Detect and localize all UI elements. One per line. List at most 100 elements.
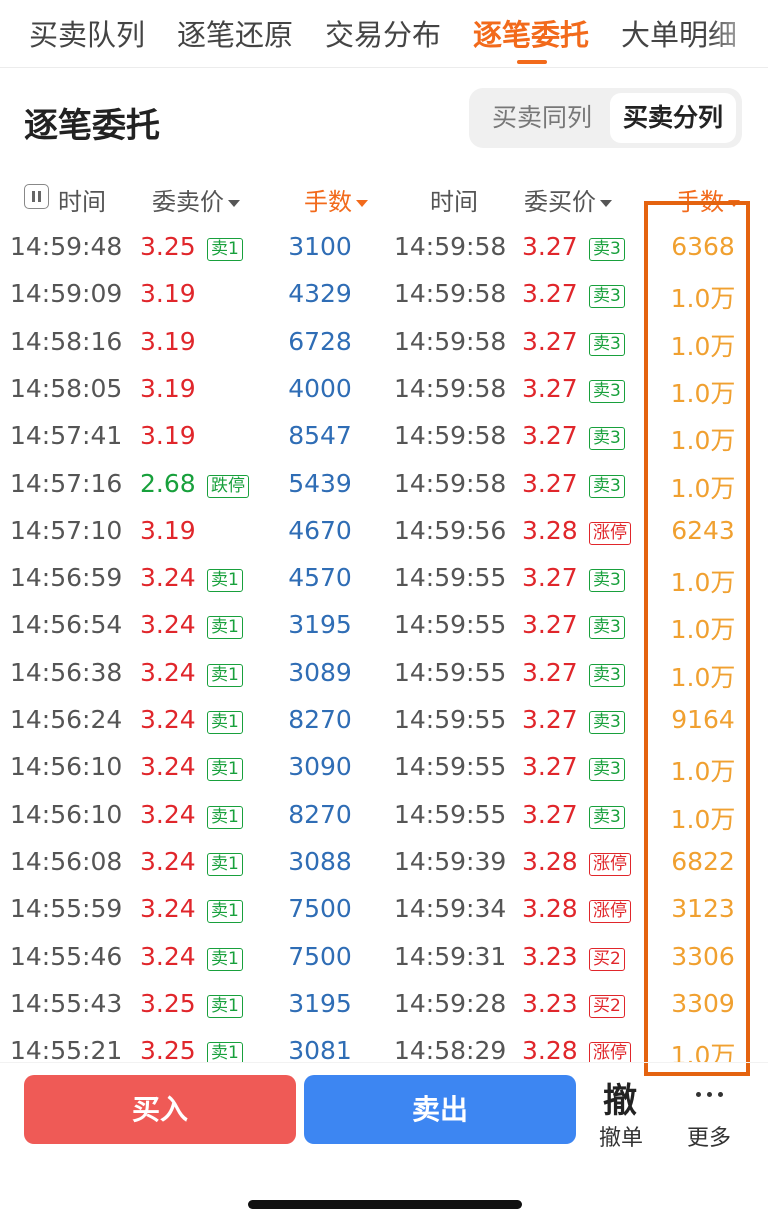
sell-time: 14:56:59 bbox=[10, 563, 123, 593]
buy-order-tag: 卖3 bbox=[589, 474, 625, 498]
buy-time: 14:59:31 bbox=[394, 941, 507, 971]
sell-button[interactable]: 卖出 bbox=[304, 1075, 576, 1144]
buy-price: 3.27 bbox=[522, 657, 578, 687]
sell-price: 3.24 bbox=[140, 752, 196, 782]
sell-volume: 8270 bbox=[288, 705, 352, 734]
bottom-divider bbox=[0, 1062, 768, 1063]
buy-order-tag: 卖3 bbox=[589, 332, 625, 356]
sell-price: 3.24 bbox=[140, 657, 196, 687]
buy-price: 3.23 bbox=[522, 988, 578, 1018]
buy-price: 3.28 bbox=[522, 1036, 578, 1062]
table-row: 14:58:05 3.19 4000 14:59:58 3.27 卖3 1.0万 bbox=[0, 368, 768, 415]
sell-volume: 3195 bbox=[288, 988, 352, 1018]
buy-time: 14:59:55 bbox=[394, 657, 507, 687]
buy-volume: 3306 bbox=[671, 941, 735, 971]
sell-order-tag: 卖1 bbox=[207, 711, 243, 734]
sell-price: 3.19 bbox=[140, 421, 196, 451]
buy-button[interactable]: 买入 bbox=[24, 1075, 296, 1144]
sell-volume: 4329 bbox=[288, 279, 352, 309]
sell-price: 3.25 bbox=[140, 232, 196, 261]
col-sell-volume[interactable]: 手数 bbox=[304, 182, 368, 217]
table-row: 14:55:43 3.25 卖1 3195 14:59:28 3.23 买2 3309 bbox=[0, 983, 768, 1030]
col-sell-price[interactable]: 委卖价 bbox=[152, 182, 240, 217]
cancel-order-icon[interactable]: 撤 bbox=[600, 1073, 640, 1122]
table-row: 14:56:10 3.24 卖1 8270 14:59:55 3.27 卖3 1.0万 bbox=[0, 794, 768, 841]
sell-order-tag: 卖1 bbox=[207, 805, 243, 829]
buy-price: 3.27 bbox=[522, 752, 578, 782]
cancel-order-label[interactable]: 撤单 bbox=[596, 1120, 646, 1152]
tab-buy-sell-queue[interactable]: 买卖队列 bbox=[29, 12, 145, 54]
buy-price: 3.28 bbox=[522, 894, 578, 924]
table-row: 14:57:41 3.19 8547 14:59:58 3.27 卖3 1.0万 bbox=[0, 415, 768, 462]
buy-time: 14:58:29 bbox=[394, 1036, 507, 1062]
sell-time: 14:55:46 bbox=[10, 941, 123, 971]
col-buy-volume[interactable]: 手数 bbox=[676, 182, 740, 217]
sell-time: 14:55:21 bbox=[10, 1036, 123, 1062]
buy-price: 3.27 bbox=[522, 232, 578, 261]
buy-order-tag: 卖3 bbox=[589, 663, 625, 687]
tab-tick-orders[interactable]: 逐笔委托 bbox=[473, 12, 589, 54]
more-label[interactable]: 更多 bbox=[684, 1120, 734, 1152]
sell-volume: 3081 bbox=[288, 1036, 352, 1062]
top-tab-bar: 买卖队列 逐笔还原 交易分布 逐笔委托 大单明细 bbox=[0, 0, 768, 68]
buy-order-tag: 买2 bbox=[589, 947, 625, 971]
buy-volume: 1.0万 bbox=[670, 331, 736, 361]
caret-down-icon bbox=[600, 199, 612, 207]
buy-time: 14:59:56 bbox=[394, 515, 507, 545]
view-mode-segmented-control: 买卖同列 买卖分列 bbox=[469, 88, 742, 148]
table-row: 14:56:10 3.24 卖1 3090 14:59:55 3.27 卖3 1.0万 bbox=[0, 746, 768, 793]
sell-time: 14:59:48 bbox=[10, 232, 123, 261]
sell-price: 2.68 bbox=[140, 468, 196, 498]
buy-order-tag: 卖3 bbox=[589, 805, 625, 829]
buy-time: 14:59:55 bbox=[394, 563, 507, 593]
more-icon[interactable] bbox=[690, 1078, 730, 1108]
sell-price: 3.24 bbox=[140, 610, 196, 640]
sell-time: 14:56:10 bbox=[10, 752, 123, 782]
sell-time: 14:56:10 bbox=[10, 799, 123, 829]
buy-time: 14:59:55 bbox=[394, 752, 507, 782]
buy-order-tag: 卖3 bbox=[589, 379, 625, 403]
buy-volume: 1.0万 bbox=[670, 568, 736, 598]
sell-order-tag: 卖1 bbox=[207, 663, 243, 687]
table-row: 14:55:59 3.24 卖1 7500 14:59:34 3.28 涨停 3123 bbox=[0, 888, 768, 935]
sell-time: 14:55:43 bbox=[10, 988, 123, 1018]
buy-order-tag: 卖3 bbox=[589, 427, 625, 451]
buy-volume: 1.0万 bbox=[670, 1041, 736, 1062]
segment-split-column[interactable]: 买卖分列 bbox=[610, 93, 736, 143]
table-row: 14:56:54 3.24 卖1 3195 14:59:55 3.27 卖3 1.0万 bbox=[0, 604, 768, 651]
sell-price: 3.24 bbox=[140, 799, 196, 829]
col-buy-price[interactable]: 委买价 bbox=[524, 182, 612, 217]
sell-order-tag: 卖1 bbox=[207, 758, 243, 782]
buy-price: 3.27 bbox=[522, 799, 578, 829]
sell-time: 14:57:41 bbox=[10, 421, 123, 451]
buy-time: 14:59:55 bbox=[394, 705, 507, 734]
buy-price: 3.27 bbox=[522, 610, 578, 640]
sell-order-tag: 卖1 bbox=[207, 569, 243, 593]
buy-price: 3.28 bbox=[522, 515, 578, 545]
tab-tick-restore[interactable]: 逐笔还原 bbox=[177, 12, 293, 54]
sell-time: 14:58:05 bbox=[10, 373, 123, 403]
tab-trade-distribution[interactable]: 交易分布 bbox=[325, 12, 441, 54]
buy-time: 14:59:58 bbox=[394, 373, 507, 403]
buy-volume: 9164 bbox=[671, 705, 735, 734]
sell-price: 3.25 bbox=[140, 1036, 196, 1062]
segment-same-column[interactable]: 买卖同列 bbox=[475, 93, 609, 143]
caret-down-icon bbox=[728, 199, 740, 207]
buy-time: 14:59:58 bbox=[394, 421, 507, 451]
sell-volume: 7500 bbox=[288, 894, 352, 924]
table-row: 14:57:16 2.68 跌停 5439 14:59:58 3.27 卖3 1.0万 bbox=[0, 463, 768, 510]
pause-icon[interactable] bbox=[24, 184, 49, 209]
sell-order-tag: 卖1 bbox=[207, 852, 243, 876]
buy-order-tag: 涨停 bbox=[589, 852, 631, 876]
sell-volume: 4000 bbox=[288, 373, 352, 403]
buy-time: 14:59:58 bbox=[394, 326, 507, 356]
sell-time: 14:56:54 bbox=[10, 610, 123, 640]
sell-volume: 7500 bbox=[288, 941, 352, 971]
table-row: 14:59:09 3.19 4329 14:59:58 3.27 卖3 1.0万 bbox=[0, 273, 768, 320]
buy-volume: 1.0万 bbox=[670, 662, 736, 692]
buy-price: 3.27 bbox=[522, 421, 578, 451]
buy-time: 14:59:55 bbox=[394, 799, 507, 829]
buy-order-tag: 涨停 bbox=[589, 900, 631, 924]
sell-volume: 4570 bbox=[288, 563, 352, 593]
sell-price: 3.24 bbox=[140, 941, 196, 971]
